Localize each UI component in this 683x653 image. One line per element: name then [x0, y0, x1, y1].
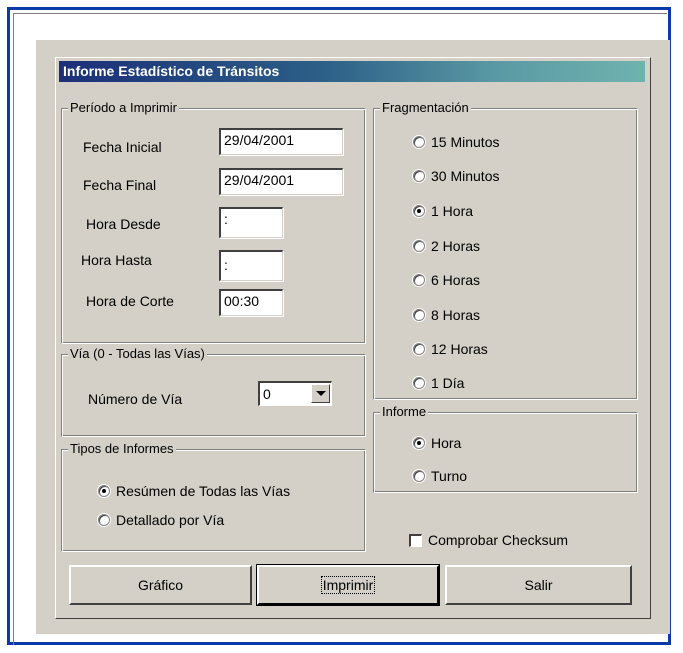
radio-unchecked-icon	[98, 514, 110, 526]
fragmentacion-legend: Fragmentación	[380, 100, 471, 116]
checksum-checkbox[interactable]: Comprobar Checksum	[409, 532, 568, 548]
radio-1-dia-label: 1 Día	[431, 375, 465, 391]
radio-12-horas-label: 12 Horas	[431, 341, 488, 357]
radio-2-horas[interactable]: 2 Horas	[413, 238, 480, 254]
numero-via-label: Número de Vía	[88, 391, 183, 407]
dialog-title: Informe Estadístico de Tránsitos	[59, 61, 645, 82]
radio-12-horas[interactable]: 12 Horas	[413, 341, 488, 357]
radio-1-hora[interactable]: 1 Hora	[413, 203, 473, 219]
hora-hasta-label: Hora Hasta	[81, 252, 152, 268]
radio-1-dia[interactable]: 1 Día	[413, 375, 464, 391]
checkbox-icon	[409, 533, 422, 547]
radio-resumen[interactable]: Resúmen de Todas las Vías	[98, 483, 290, 499]
radio-30-minutos-label: 30 Minutos	[431, 168, 500, 184]
informe-group: Informe Hora Turno	[373, 404, 638, 493]
fecha-inicial-label: Fecha Inicial	[83, 139, 162, 155]
imprimir-button[interactable]: Imprimir	[256, 564, 440, 606]
radio-checked-icon	[98, 485, 110, 497]
radio-detallado[interactable]: Detallado por Vía	[98, 512, 224, 528]
radio-30-minutos[interactable]: 30 Minutos	[413, 168, 499, 184]
radio-unchecked-icon	[413, 377, 425, 389]
salir-button-label: Salir	[524, 577, 553, 593]
hora-corte-input[interactable]: 00:30	[219, 289, 283, 316]
radio-unchecked-icon	[413, 343, 425, 355]
radio-15-minutos[interactable]: 15 Minutos	[413, 134, 499, 150]
periodo-group: Período a Imprimir Fecha Inicial 29/04/2…	[61, 100, 366, 344]
radio-turno-label: Turno	[431, 468, 468, 484]
informe-legend: Informe	[380, 404, 429, 420]
salir-button[interactable]: Salir	[445, 565, 632, 605]
tipos-group: Tipos de Informes Resúmen de Todas las V…	[61, 441, 366, 552]
radio-hora[interactable]: Hora	[413, 435, 461, 451]
hora-hasta-input[interactable]: :	[219, 250, 283, 281]
periodo-legend: Período a Imprimir	[68, 100, 179, 116]
chevron-down-icon	[315, 391, 326, 396]
radio-unchecked-icon	[413, 470, 425, 482]
tipos-legend: Tipos de Informes	[68, 441, 176, 457]
radio-unchecked-icon	[413, 274, 425, 286]
radio-resumen-label: Resúmen de Todas las Vías	[116, 483, 291, 499]
radio-checked-icon	[413, 437, 425, 449]
radio-15-minutos-label: 15 Minutos	[431, 134, 500, 150]
report-dialog: Informe Estadístico de Tránsitos Período…	[55, 57, 651, 619]
radio-checked-icon	[413, 205, 425, 217]
radio-6-horas-label: 6 Horas	[431, 272, 481, 288]
numero-via-value: 0	[263, 386, 271, 402]
radio-hora-label: Hora	[431, 435, 462, 451]
radio-6-horas[interactable]: 6 Horas	[413, 272, 480, 288]
radio-turno[interactable]: Turno	[413, 468, 467, 484]
numero-via-select[interactable]: 0	[258, 381, 332, 406]
radio-unchecked-icon	[413, 240, 425, 252]
radio-detallado-label: Detallado por Vía	[116, 512, 225, 528]
hora-corte-label: Hora de Corte	[86, 293, 174, 309]
hora-desde-label: Hora Desde	[86, 216, 161, 232]
grafico-button-label: Gráfico	[137, 577, 184, 593]
fecha-final-label: Fecha Final	[83, 177, 157, 193]
imprimir-button-label: Imprimir	[320, 576, 376, 594]
fecha-final-input[interactable]: 29/04/2001	[219, 168, 343, 195]
radio-2-horas-label: 2 Horas	[431, 238, 481, 254]
hora-desde-input[interactable]: :	[219, 207, 283, 238]
radio-1-hora-label: 1 Hora	[431, 203, 474, 219]
dropdown-button[interactable]	[311, 384, 330, 403]
radio-unchecked-icon	[413, 309, 425, 321]
via-group: Vía (0 - Todas las Vías) Número de Vía 0	[61, 346, 366, 437]
radio-unchecked-icon	[413, 170, 425, 182]
grafico-button[interactable]: Gráfico	[69, 565, 252, 605]
radio-8-horas-label: 8 Horas	[431, 307, 481, 323]
radio-unchecked-icon	[413, 136, 425, 148]
fragmentacion-group: Fragmentación 15 Minutos 30 Minutos 1 Ho…	[373, 100, 638, 400]
checksum-label: Comprobar Checksum	[428, 532, 569, 548]
via-legend: Vía (0 - Todas las Vías)	[68, 346, 207, 362]
radio-8-horas[interactable]: 8 Horas	[413, 307, 480, 323]
fecha-inicial-input[interactable]: 29/04/2001	[219, 128, 343, 155]
